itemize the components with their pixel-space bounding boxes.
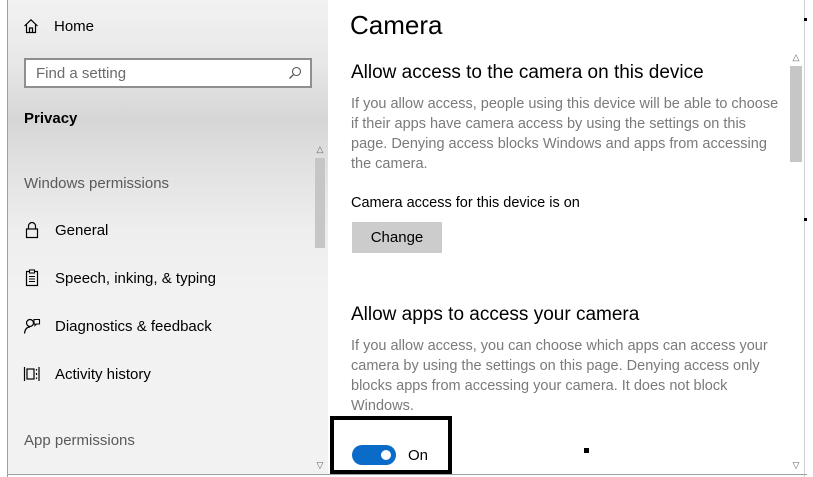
change-button[interactable]: Change	[352, 222, 442, 253]
main-scrollbar-thumb[interactable]	[790, 66, 802, 162]
device-access-title: Allow access to the camera on this devic…	[351, 62, 704, 83]
search-icon[interactable]	[284, 62, 306, 84]
sidebar-item-general[interactable]: General	[22, 217, 302, 243]
sidebar-item-speech-inking-typing[interactable]: Speech, inking, & typing	[22, 265, 302, 291]
window-right-border	[804, 0, 805, 477]
device-access-status: Camera access for this device is on	[351, 195, 580, 211]
apps-access-title: Allow apps to access your camera	[351, 304, 640, 325]
person-feedback-icon	[22, 316, 42, 336]
sidebar-item-label: Diagnostics & feedback	[55, 317, 212, 335]
highlight-box	[330, 416, 452, 474]
scroll-up-icon[interactable]: △	[314, 142, 326, 156]
search-box[interactable]	[24, 58, 312, 88]
window-edge-mark	[804, 218, 807, 221]
page-title: Camera	[350, 10, 443, 40]
sidebar-home[interactable]: Home	[22, 14, 94, 38]
sidebar-item-diagnostics-feedback[interactable]: Diagnostics & feedback	[22, 313, 302, 339]
window-bottom-border	[7, 474, 807, 475]
window-edge-mark	[804, 18, 807, 21]
sidebar: Home Privacy Windows permissions General…	[8, 0, 328, 474]
sidebar-item-label: General	[55, 221, 109, 239]
device-access-description: If you allow access, people using this d…	[351, 96, 779, 172]
home-icon	[22, 17, 40, 35]
sidebar-scrollbar[interactable]: △ ▽	[312, 138, 328, 474]
clipboard-icon	[22, 268, 42, 288]
scroll-down-icon[interactable]: ▽	[314, 458, 326, 472]
cursor-dot	[584, 448, 589, 453]
sidebar-item-activity-history[interactable]: Activity history	[22, 361, 302, 387]
sidebar-home-label: Home	[54, 17, 95, 35]
scroll-up-icon[interactable]: △	[790, 50, 802, 64]
section-header-app-permissions: App permissions	[24, 432, 135, 449]
section-header-windows-permissions: Windows permissions	[24, 175, 170, 192]
main-scrollbar[interactable]: △ ▽	[788, 48, 804, 474]
sidebar-item-label: Speech, inking, & typing	[55, 269, 216, 287]
sidebar-scrollbar-thumb[interactable]	[315, 158, 325, 248]
sidebar-category-title: Privacy	[24, 110, 78, 127]
activity-history-icon	[22, 364, 42, 384]
scroll-down-icon[interactable]: ▽	[790, 458, 802, 472]
apps-access-description: If you allow access, you can choose whic…	[351, 338, 768, 414]
search-input[interactable]	[26, 60, 284, 86]
main-content: Camera Allow access to the camera on thi…	[328, 0, 804, 474]
lock-icon	[22, 220, 42, 240]
sidebar-item-label: Activity history	[55, 365, 151, 383]
